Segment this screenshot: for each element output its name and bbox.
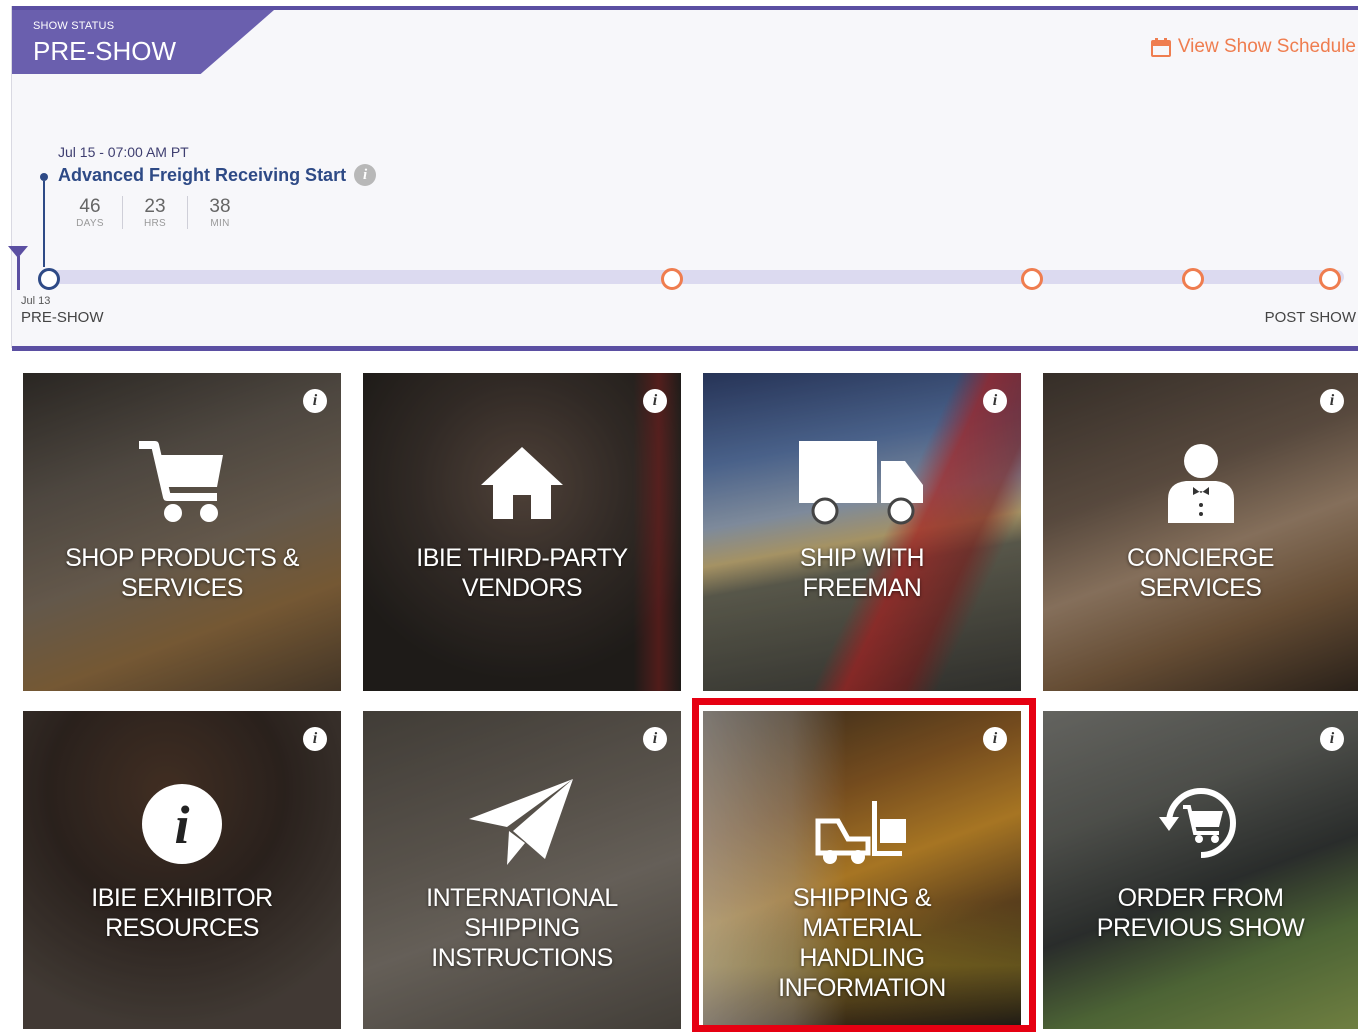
tile-ibie-exhibitor-resources[interactable]: i i IBIE EXHIBITOR RESOURCES [23, 711, 341, 1029]
info-icon[interactable]: i [303, 727, 327, 751]
event-title-text: Advanced Freight Receiving Start [58, 164, 347, 185]
tile-title: IBIE EXHIBITOR RESOURCES [91, 884, 273, 942]
status-label: SHOW STATUS [33, 20, 115, 32]
timeline-start-label: PRE-SHOW [21, 309, 104, 326]
tile-title: SHIP WITH FREEMAN [799, 544, 925, 602]
event-date: Jul 15 - 07:00 AM PT [58, 144, 189, 160]
tile-title: INTERNATIONAL SHIPPING INSTRUCTIONS [426, 884, 618, 972]
info-icon[interactable]: i [643, 727, 667, 751]
timeline-marker[interactable] [1021, 268, 1043, 290]
countdown-unit: DAYS [76, 218, 104, 229]
info-icon[interactable]: i [303, 389, 327, 413]
status-badge: SHOW STATUS PRE-SHOW [12, 10, 274, 74]
event-title: Advanced Freight Receiving Start i [58, 164, 377, 186]
info-icon[interactable]: i [643, 389, 667, 413]
countdown-value: 38 [209, 196, 231, 217]
tile-title: SHOP PRODUCTS & SERVICES [65, 544, 299, 602]
paper-plane-icon [363, 777, 681, 867]
view-show-schedule-label: View Show Schedule [1177, 36, 1356, 57]
calendar-icon [1150, 37, 1171, 57]
countdown-minutes: 38 MIN [188, 196, 252, 229]
forklift-icon [703, 797, 1021, 865]
tile-order-from-previous-show[interactable]: i ORDER FROM PREVIOUS SHOW [1043, 711, 1358, 1029]
concierge-icon [1043, 443, 1358, 525]
truck-icon [703, 439, 1021, 525]
countdown-value: 23 [144, 196, 166, 217]
tile-international-shipping-instructions[interactable]: i INTERNATIONAL SHIPPING INSTRUCTIONS [363, 711, 681, 1029]
tile-ibie-third-party-vendors[interactable]: i IBIE THIRD-PARTY VENDORS [363, 373, 681, 691]
tile-shop-products-services[interactable]: i SHOP PRODUCTS & SERVICES [23, 373, 341, 691]
event-connector-line [43, 181, 45, 267]
countdown-unit: HRS [143, 218, 166, 229]
timeline-marker[interactable] [1182, 268, 1204, 290]
status-panel-bottom-border [12, 346, 1358, 351]
countdown-days: 46 DAYS [58, 196, 123, 229]
info-icon[interactable]: i [983, 389, 1007, 413]
svg-text:i: i [174, 795, 189, 855]
timeline-track [40, 270, 1344, 284]
shopping-cart-icon [23, 437, 341, 525]
countdown: 46 DAYS 23 HRS 38 MIN [58, 196, 252, 229]
timeline-end-label: POST SHOW [1264, 309, 1356, 326]
reorder-cart-icon [1043, 777, 1358, 869]
tile-ship-with-freeman[interactable]: i SHIP WITH FREEMAN [703, 373, 1021, 691]
current-position-line [17, 256, 20, 290]
house-icon [363, 445, 681, 521]
event-bullet [40, 173, 48, 181]
info-circle-icon: i [23, 783, 341, 865]
tile-shipping-material-handling-information[interactable]: i SHIPPING & MATERIAL HANDLING INFORMATI… [703, 711, 1021, 1029]
info-icon[interactable]: i [1320, 389, 1344, 413]
timeline-marker[interactable] [661, 268, 683, 290]
countdown-unit: MIN [210, 218, 230, 229]
tile-title: CONCIERGE SERVICES [1127, 544, 1274, 602]
info-icon[interactable]: i [1320, 727, 1344, 751]
countdown-value: 46 [79, 196, 101, 217]
status-value: PRE-SHOW [33, 36, 176, 66]
tile-title: SHIPPING & MATERIAL HANDLING INFORMATION [778, 884, 946, 1002]
tile-concierge-services[interactable]: i CONCIERGE SERVICES [1043, 373, 1358, 691]
view-show-schedule-link[interactable]: View Show Schedule [1150, 36, 1356, 58]
info-icon[interactable]: i [983, 727, 1007, 751]
timeline-marker[interactable] [1319, 268, 1341, 290]
event-info-icon[interactable]: i [354, 164, 377, 186]
tile-title: ORDER FROM PREVIOUS SHOW [1096, 884, 1305, 942]
tile-title: IBIE THIRD-PARTY VENDORS [416, 544, 628, 602]
timeline-marker-current[interactable] [38, 268, 60, 290]
timeline-start-date: Jul 13 [21, 295, 51, 307]
countdown-hours: 23 HRS [123, 196, 188, 229]
